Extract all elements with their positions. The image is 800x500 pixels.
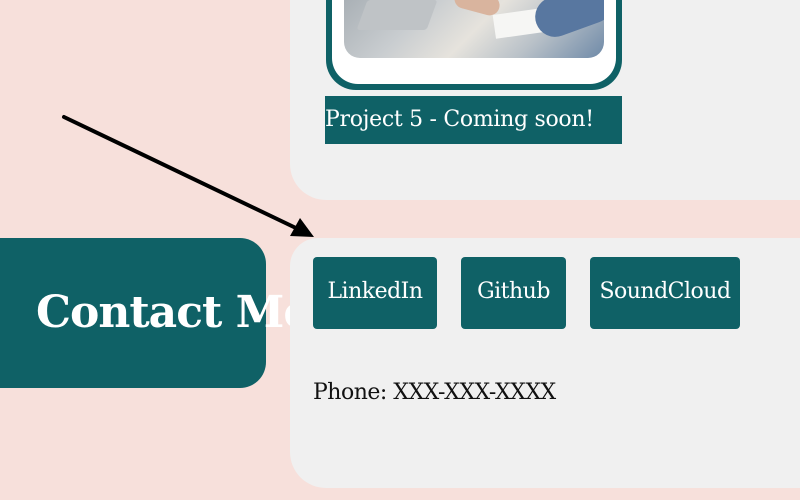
contact-heading: Contact Me	[36, 287, 311, 338]
portfolio-page: Project 5 - Coming soon! Contact Me Link…	[0, 0, 800, 500]
linkedin-button[interactable]: LinkedIn	[313, 257, 437, 329]
project-caption: Project 5 - Coming soon!	[325, 96, 622, 144]
project-card-frame[interactable]	[326, 0, 622, 90]
arm-illustration	[529, 0, 604, 43]
soundcloud-button[interactable]: SoundCloud	[590, 257, 740, 329]
project-card-inner	[332, 0, 616, 84]
laptop-illustration	[356, 0, 438, 30]
phone-number: Phone: XXX-XXX-XXXX	[313, 380, 556, 405]
github-button[interactable]: Github	[461, 257, 566, 329]
project-photo-image	[344, 0, 604, 58]
